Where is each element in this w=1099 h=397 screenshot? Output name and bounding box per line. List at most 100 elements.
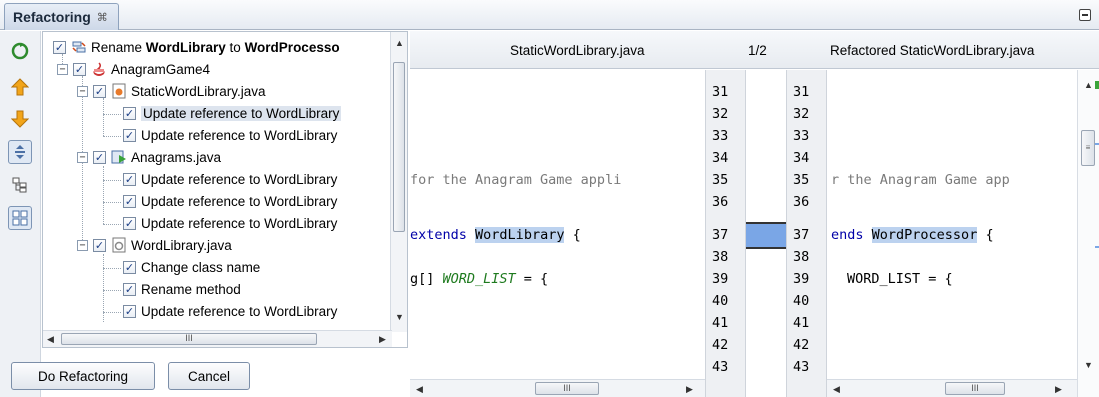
tree-file-row[interactable]: − ✓ WordLibrary.java	[77, 234, 232, 256]
root-new-name: WordProcesso	[244, 39, 340, 55]
file-label: Anagrams.java	[131, 149, 222, 165]
right-code-scroll-thumb[interactable]: III	[945, 382, 1005, 395]
diff-vertical-scrollbar[interactable]: ▲ ≡ ▼	[1077, 70, 1099, 397]
tree-connector	[103, 268, 121, 269]
constant: WORD_LIST	[442, 271, 516, 287]
root-checkbox[interactable]: ✓	[53, 40, 66, 54]
scroll-left-icon[interactable]: ◀	[416, 384, 423, 395]
scroll-right-icon[interactable]: ▶	[1055, 384, 1062, 395]
item-checkbox[interactable]: ✓	[123, 260, 136, 274]
code-line-changed: ends WordProcessor {	[831, 224, 994, 246]
file-checkbox[interactable]: ✓	[93, 238, 106, 252]
file-checkbox[interactable]: ✓	[93, 150, 106, 164]
scroll-up-icon[interactable]: ▲	[395, 38, 404, 48]
item-checkbox[interactable]: ✓	[123, 106, 136, 120]
tree-connector	[103, 180, 121, 181]
expand-collapse-icon[interactable]	[8, 140, 32, 164]
item-checkbox[interactable]: ✓	[123, 172, 136, 186]
change-marker	[746, 224, 786, 247]
minimize-icon[interactable]	[1079, 9, 1091, 21]
tree-vertical-scroll-thumb[interactable]	[393, 62, 405, 232]
line-number: 32	[712, 106, 729, 122]
tab-refactoring[interactable]: Refactoring ⌘	[4, 3, 119, 30]
line-number: 35	[712, 172, 729, 188]
tree-root-row[interactable]: ✓ Rename WordLibrary to WordProcesso	[53, 36, 340, 58]
tree-connector	[103, 98, 104, 136]
item-label: Rename method	[141, 281, 241, 297]
item-checkbox[interactable]: ✓	[123, 304, 136, 318]
scroll-down-icon[interactable]: ▼	[395, 312, 404, 322]
next-occurrence-icon[interactable]	[8, 107, 32, 131]
item-checkbox[interactable]: ✓	[123, 194, 136, 208]
item-label: Update reference to WordLibrary	[141, 171, 338, 187]
tree-file-row[interactable]: − ✓ StaticWordLibrary.java	[77, 80, 266, 102]
tree-horizontal-scrollbar[interactable]: ◀ III ▶	[43, 330, 392, 347]
left-line-gutter: 31 32 33 34 35 36 37 38 39 40 41 42 43	[705, 70, 746, 397]
line-number: 43	[793, 359, 810, 375]
java-main-class-icon	[111, 149, 127, 165]
tree-item-row[interactable]: ✓ Update reference to WordLibrary	[123, 102, 342, 124]
line-number: 31	[712, 84, 729, 100]
scroll-left-icon[interactable]: ◀	[47, 334, 54, 345]
line-number: 32	[793, 106, 810, 122]
line-number: 37	[793, 227, 810, 243]
line-number: 37	[712, 227, 729, 243]
do-refactoring-button[interactable]: Do Refactoring	[11, 362, 155, 390]
collapse-toggle-icon[interactable]: −	[77, 239, 88, 251]
collapse-toggle-icon[interactable]: −	[57, 63, 68, 75]
cancel-button[interactable]: Cancel	[168, 362, 250, 390]
tree-item-row[interactable]: ✓ Update reference to WordLibrary	[123, 212, 337, 234]
scroll-right-icon[interactable]: ▶	[686, 384, 693, 395]
line-number: 42	[712, 337, 729, 353]
root-prefix: Rename	[91, 39, 146, 55]
tree-item-row[interactable]: ✓ Update reference to WordLibrary	[123, 300, 337, 322]
tree-item-row[interactable]: ✓ Update reference to WordLibrary	[123, 124, 337, 146]
scroll-left-icon[interactable]: ◀	[833, 384, 840, 395]
right-code-pane[interactable]: r the Anagram Game app ends WordProcesso…	[827, 70, 1077, 397]
refresh-icon[interactable]	[8, 39, 32, 63]
collapse-toggle-icon[interactable]: −	[77, 85, 88, 97]
logical-view-icon[interactable]	[8, 173, 32, 197]
tree-connector	[103, 166, 104, 224]
previous-occurrence-icon[interactable]	[8, 75, 32, 99]
left-code-pane[interactable]: for the Anagram Game appli extends WordL…	[410, 70, 705, 397]
physical-view-icon[interactable]	[8, 206, 32, 230]
item-checkbox[interactable]: ✓	[123, 216, 136, 230]
scroll-down-icon[interactable]: ▼	[1084, 360, 1093, 370]
tab-close-icon[interactable]: ⌘	[97, 11, 108, 24]
file-label: StaticWordLibrary.java	[131, 83, 266, 99]
tree-item-row[interactable]: ✓ Update reference to WordLibrary	[123, 168, 337, 190]
keyword: extends	[410, 227, 467, 243]
left-code-scroll-thumb[interactable]: III	[535, 382, 599, 395]
tree-project-row[interactable]: − ✓ AnagramGame4	[57, 58, 210, 80]
line-number: 38	[712, 249, 729, 265]
right-code-hscrollbar[interactable]: ◀ III ▶	[827, 379, 1077, 397]
item-checkbox[interactable]: ✓	[123, 128, 136, 142]
tree-vertical-scrollbar[interactable]: ▲ ▼	[390, 32, 407, 332]
project-checkbox[interactable]: ✓	[73, 62, 86, 76]
left-code-hscrollbar[interactable]: ◀ III ▶	[410, 379, 705, 397]
tree-item-row[interactable]: ✓ Rename method	[123, 278, 241, 300]
project-label: AnagramGame4	[111, 61, 211, 77]
tree-horizontal-scroll-thumb[interactable]: III	[61, 333, 317, 345]
scroll-right-icon[interactable]: ▶	[379, 334, 386, 345]
collapse-toggle-icon[interactable]: −	[77, 151, 88, 163]
code-tail: = {	[515, 271, 549, 287]
tree-file-row[interactable]: − ✓ Anagrams.java	[77, 146, 221, 168]
tree-item-row[interactable]: ✓ Change class name	[123, 256, 260, 278]
line-number: 40	[793, 293, 810, 309]
line-number: 33	[793, 128, 810, 144]
file-checkbox[interactable]: ✓	[93, 84, 106, 98]
left-file-title: StaticWordLibrary.java	[510, 42, 645, 58]
root-old-name: WordLibrary	[145, 39, 226, 55]
diff-view: StaticWordLibrary.java 1/2 Refactored St…	[410, 31, 1099, 397]
item-checkbox[interactable]: ✓	[123, 282, 136, 296]
overview-change-marker	[1095, 246, 1099, 248]
diff-header: StaticWordLibrary.java 1/2 Refactored St…	[410, 31, 1099, 69]
diff-vertical-scroll-thumb[interactable]: ≡	[1081, 130, 1095, 166]
tab-title: Refactoring	[13, 9, 91, 25]
code-line-changed: extends WordLibrary {	[410, 224, 581, 246]
code-line: g[] WORD_LIST = {	[410, 268, 548, 290]
scroll-up-icon[interactable]: ▲	[1084, 80, 1093, 90]
tree-item-row[interactable]: ✓ Update reference to WordLibrary	[123, 190, 337, 212]
